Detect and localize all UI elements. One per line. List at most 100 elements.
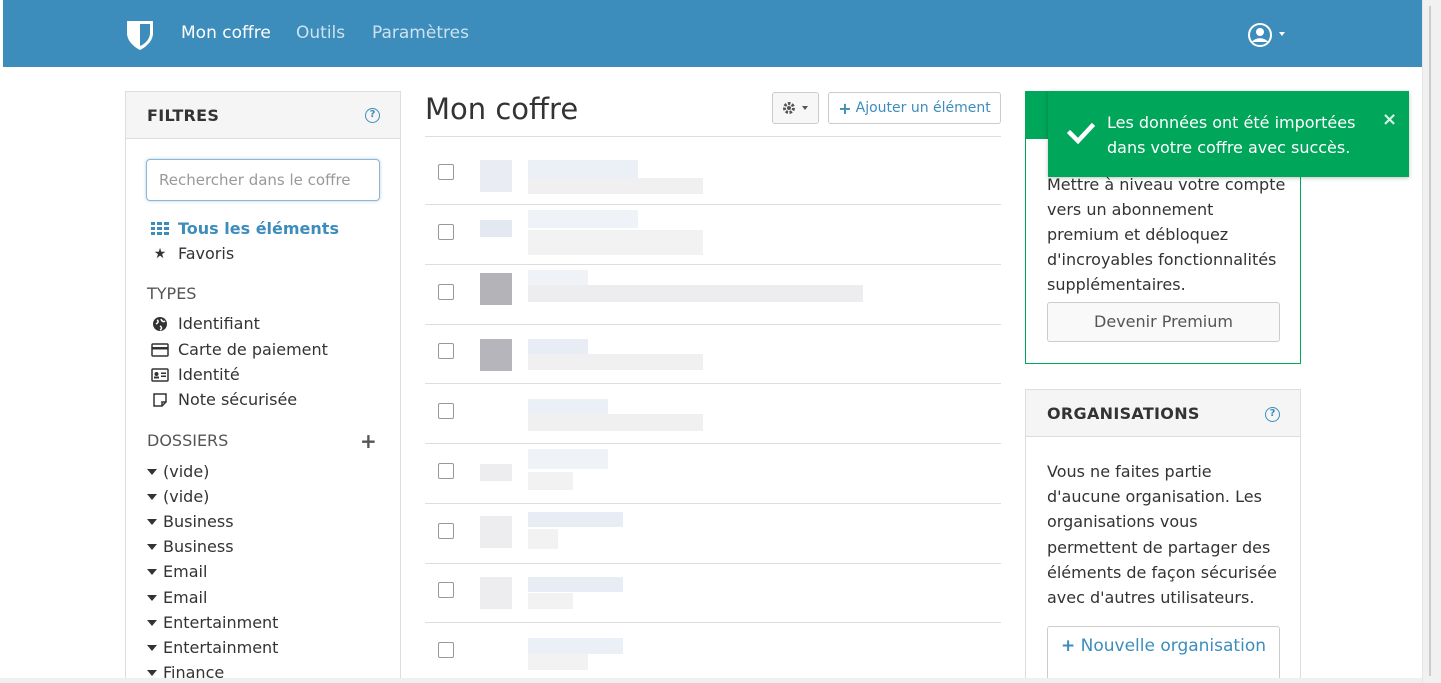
folder-label: Email [163, 562, 208, 581]
star-icon: ★ [153, 245, 167, 262]
filter-type-note[interactable]: Note sécurisée [151, 390, 297, 409]
organizations-description: Vous ne faites partie d'aucune organisat… [1047, 462, 1277, 608]
vault-item-row[interactable] [425, 324, 1001, 384]
blurred-content [480, 273, 512, 305]
help-icon[interactable]: ? [1265, 407, 1280, 422]
premium-description: Mettre à niveau votre compte vers un abo… [1047, 175, 1286, 294]
page-bottom-edge [0, 678, 1422, 683]
vault-item-row[interactable] [425, 145, 1001, 205]
new-organization-label: Nouvelle organisation [1080, 636, 1266, 656]
blurred-content [528, 354, 703, 370]
filter-type-identity[interactable]: Identité [151, 365, 240, 384]
nav-my-vault[interactable]: Mon coffre [181, 23, 271, 43]
folder-item[interactable]: Email [147, 562, 207, 581]
row-checkbox[interactable] [438, 403, 454, 419]
gear-icon [783, 102, 808, 114]
folder-label: Business [163, 512, 234, 531]
row-checkbox[interactable] [438, 463, 454, 479]
row-checkbox[interactable] [438, 343, 454, 359]
new-organization-button[interactable]: + Nouvelle organisation [1047, 626, 1280, 683]
row-checkbox[interactable] [438, 582, 454, 598]
folder-item[interactable]: Email [147, 588, 207, 607]
vault-options-button[interactable] [772, 92, 819, 124]
close-icon[interactable]: × [1382, 109, 1397, 130]
vault-item-row[interactable] [425, 205, 1001, 265]
filter-type-login[interactable]: Identifiant [151, 314, 260, 333]
user-circle-icon[interactable] [1248, 22, 1288, 48]
caret-down-icon [147, 568, 157, 575]
blurred-content [528, 638, 623, 654]
caret-down-icon [147, 518, 157, 525]
vault-item-row[interactable] [425, 265, 1001, 325]
shield-icon[interactable] [125, 19, 155, 51]
folder-item[interactable]: Entertainment [147, 613, 278, 632]
scroll-track [1429, 6, 1431, 676]
blurred-content [480, 516, 512, 548]
folder-item[interactable]: Entertainment [147, 638, 278, 657]
folder-item[interactable]: (vide) [147, 462, 209, 481]
row-checkbox[interactable] [438, 523, 454, 539]
blurred-content [480, 220, 512, 237]
vault-item-row[interactable] [425, 384, 1001, 444]
folders-heading: DOSSIERS [147, 431, 229, 450]
filter-favorites-label: Favoris [178, 244, 235, 263]
row-checkbox[interactable] [438, 224, 454, 240]
folder-item[interactable]: Business [147, 537, 234, 556]
types-heading: TYPES [147, 284, 197, 303]
folder-item[interactable]: Business [147, 512, 234, 531]
blurred-content [528, 178, 703, 194]
caret-down-icon [147, 493, 157, 500]
filter-type-note-label: Note sécurisée [178, 390, 298, 409]
row-checkbox[interactable] [438, 164, 454, 180]
go-premium-button[interactable]: Devenir Premium [1047, 302, 1280, 342]
blurred-content [528, 512, 623, 527]
row-checkbox[interactable] [438, 284, 454, 300]
plus-icon: + [838, 98, 852, 118]
blurred-content [528, 210, 638, 228]
filter-type-card[interactable]: Carte de paiement [151, 340, 328, 359]
blurred-content [528, 414, 703, 431]
nav-tools[interactable]: Outils [296, 23, 345, 43]
folder-item[interactable]: (vide) [147, 487, 209, 506]
caret-down-icon [147, 644, 157, 651]
caret-down-icon [147, 619, 157, 626]
vault-item-row[interactable] [425, 444, 1001, 504]
blurred-content [480, 339, 512, 371]
blurred-content [528, 529, 558, 549]
caret-down-icon [147, 468, 157, 475]
organizations-panel: ORGANISATIONS ? Vous ne faites partie d'… [1025, 389, 1301, 683]
search-input[interactable] [146, 159, 380, 201]
filter-favorites[interactable]: ★ Favoris [151, 244, 234, 263]
blurred-content [480, 577, 512, 609]
vault-item-row[interactable] [425, 563, 1001, 623]
organizations-header: ORGANISATIONS ? [1026, 390, 1300, 437]
blurred-content [480, 160, 512, 192]
blurred-content [528, 654, 588, 670]
add-item-button[interactable]: + Ajouter un élément [828, 92, 1001, 124]
list-divider [425, 136, 1001, 137]
filter-type-identity-label: Identité [178, 365, 240, 384]
credit-card-icon [151, 342, 169, 357]
row-checkbox[interactable] [438, 642, 454, 658]
folder-label: Entertainment [163, 638, 279, 657]
filter-type-card-label: Carte de paiement [178, 340, 328, 359]
grid-icon [151, 221, 169, 235]
vault-item-row[interactable] [425, 623, 1001, 683]
page-scrollbar[interactable] [1422, 0, 1441, 683]
blurred-content [528, 270, 588, 285]
add-folder-icon[interactable]: + [360, 429, 377, 453]
folder-label: Entertainment [163, 613, 279, 632]
help-icon[interactable]: ? [365, 108, 380, 123]
filters-header: FILTRES ? [126, 92, 400, 139]
folder-label: (vide) [163, 462, 210, 481]
filter-all-items[interactable]: Tous les éléments [151, 219, 339, 238]
blurred-content [528, 449, 608, 469]
folder-label: (vide) [163, 487, 210, 506]
page-title: Mon coffre [425, 92, 579, 126]
filter-type-login-label: Identifiant [178, 314, 260, 333]
plus-icon: + [1060, 636, 1076, 656]
blurred-content [528, 285, 863, 302]
nav-settings[interactable]: Paramètres [372, 23, 469, 43]
vault-item-row[interactable] [425, 504, 1001, 564]
blurred-content [528, 399, 608, 414]
